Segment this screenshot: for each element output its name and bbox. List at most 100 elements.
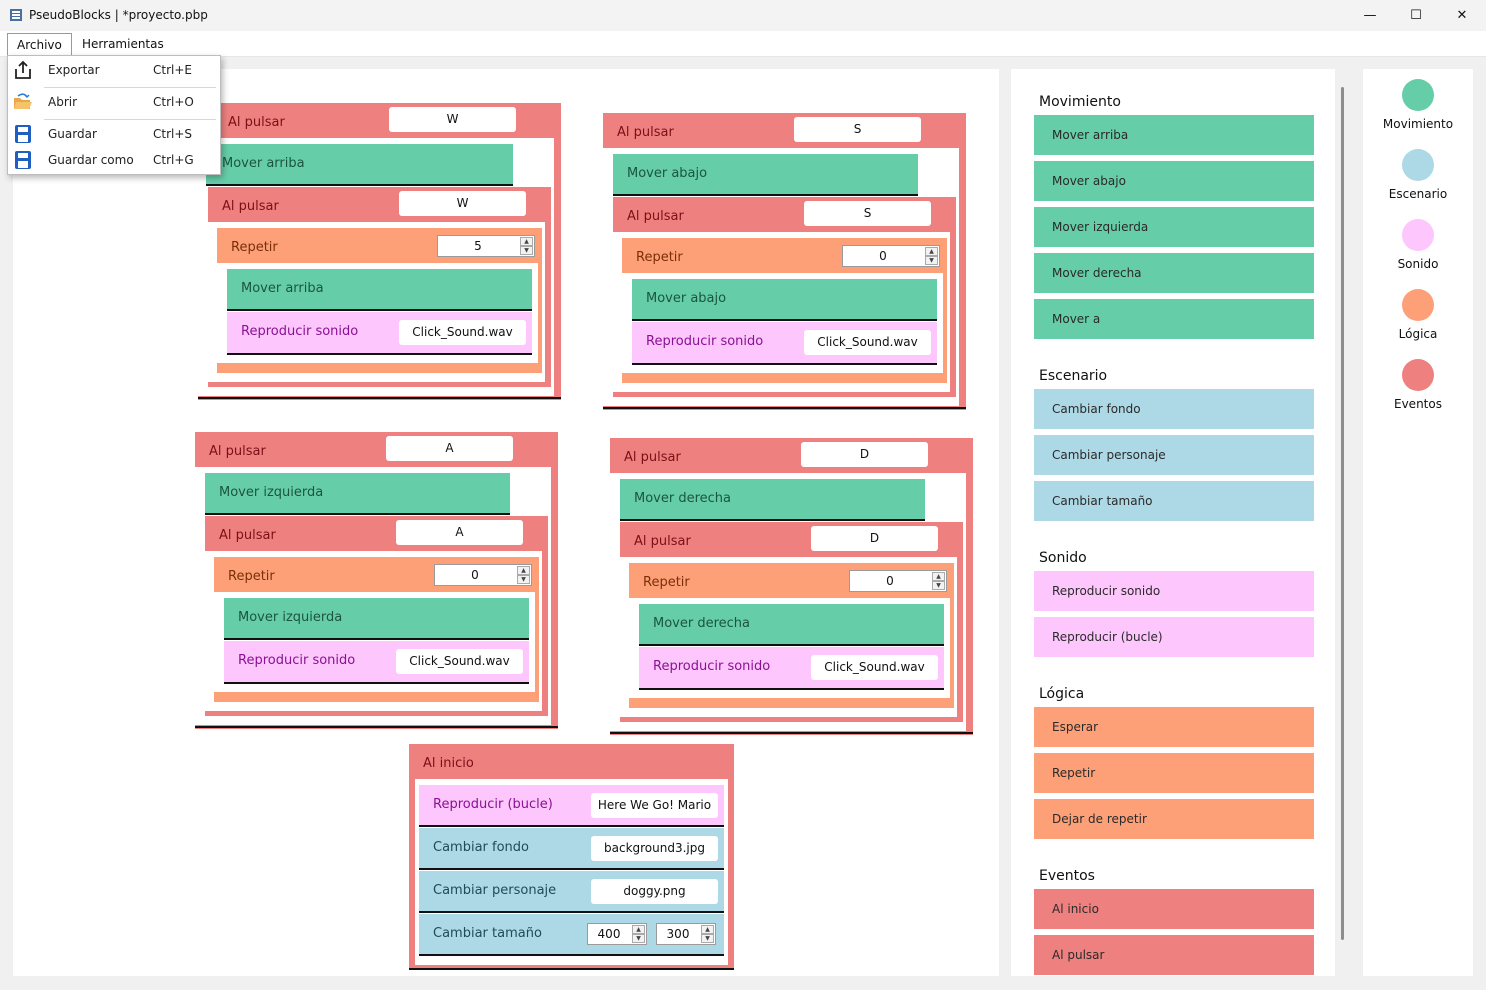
category-label-movimiento[interactable]: Movimiento (1363, 117, 1473, 131)
close-button[interactable]: ✕ (1439, 0, 1485, 31)
palette-block-al-pulsar[interactable]: Al pulsar (1034, 935, 1314, 975)
stepper-down-icon[interactable]: ▼ (520, 246, 533, 255)
event-block-key-nested[interactable]: Al pulsar S Repetir 0 ▲ ▼ Mover abajo Re… (613, 197, 956, 397)
palette-scrollbar[interactable] (1341, 87, 1344, 940)
move-block[interactable]: Mover abajo (632, 279, 937, 319)
palette-block-cambiar-tamano[interactable]: Cambiar tamaño (1034, 481, 1314, 521)
move-block[interactable]: Mover derecha (620, 479, 925, 519)
palette-block-cambiar-fondo[interactable]: Cambiar fondo (1034, 389, 1314, 429)
repeat-block[interactable]: Repetir 0 ▲ ▼ Mover derecha Reproducir s… (629, 563, 954, 708)
move-block[interactable]: Mover abajo (613, 154, 918, 194)
palette-block-al-inicio[interactable]: Al inicio (1034, 889, 1314, 929)
repeat-count-stepper[interactable]: 0 ▲ ▼ (434, 564, 532, 586)
menu-item-abrir[interactable]: Abrir Ctrl+O (8, 90, 220, 114)
key-field[interactable]: A (396, 520, 523, 545)
event-block-start[interactable]: Al inicio Reproducir (bucle) Here We Go!… (409, 744, 734, 970)
menu-item-guardar[interactable]: Guardar Ctrl+S (8, 122, 220, 146)
event-block-key[interactable]: Al pulsar A Mover izquierda Al pulsar A … (195, 432, 558, 729)
sound-file-field[interactable]: Click_Sound.wav (396, 649, 523, 674)
stepper-up-icon[interactable]: ▲ (932, 572, 945, 581)
menu-archivo[interactable]: Archivo (7, 33, 72, 56)
category-eventos-icon[interactable] (1402, 359, 1434, 391)
move-block[interactable]: Mover arriba (206, 144, 513, 184)
category-label-sonido[interactable]: Sonido (1363, 257, 1473, 271)
sound-block[interactable]: Reproducir sonido Click_Sound.wav (227, 312, 532, 353)
key-field[interactable]: W (399, 191, 526, 216)
palette-block-reproducir-bucle[interactable]: Reproducir (bucle) (1034, 617, 1314, 657)
block-label: Mover derecha (653, 616, 750, 631)
category-escenario-icon[interactable] (1402, 149, 1434, 181)
repeat-block[interactable]: Repetir 0 ▲ ▼ Mover izquierda Reproducir… (214, 557, 539, 702)
menu-item-guardar-como[interactable]: Guardar como Ctrl+G (8, 148, 220, 172)
sound-file-field[interactable]: Click_Sound.wav (399, 320, 526, 345)
palette-block-mover-derecha[interactable]: Mover derecha (1034, 253, 1314, 293)
sound-block[interactable]: Reproducir sonido Click_Sound.wav (639, 647, 944, 688)
category-label-escenario[interactable]: Escenario (1363, 187, 1473, 201)
move-block[interactable]: Mover izquierda (205, 473, 510, 513)
key-field[interactable]: W (389, 107, 516, 132)
stepper-down-icon[interactable]: ▼ (701, 934, 714, 943)
stepper-up-icon[interactable]: ▲ (925, 247, 938, 256)
move-block[interactable]: Mover izquierda (224, 598, 529, 638)
category-sonido-icon[interactable] (1402, 219, 1434, 251)
stepper-down-icon[interactable]: ▼ (932, 581, 945, 590)
palette-block-mover-arriba[interactable]: Mover arriba (1034, 115, 1314, 155)
event-block-key-nested[interactable]: Al pulsar D Repetir 0 ▲ ▼ Mover derecha … (620, 522, 963, 722)
sound-file-field[interactable]: Click_Sound.wav (811, 655, 938, 680)
category-logica-icon[interactable] (1402, 289, 1434, 321)
event-block-key-nested[interactable]: Al pulsar W Repetir 5 ▲ ▼ Mover arriba R… (208, 187, 551, 387)
background-file-field[interactable]: background3.jpg (591, 836, 718, 861)
palette-block-mover-a[interactable]: Mover a (1034, 299, 1314, 339)
category-label-eventos[interactable]: Eventos (1363, 397, 1473, 411)
menu-herramientas[interactable]: Herramientas (73, 33, 173, 56)
event-block-key-nested[interactable]: Al pulsar A Repetir 0 ▲ ▼ Mover izquierd… (205, 516, 548, 716)
sound-file-field[interactable]: Click_Sound.wav (804, 330, 931, 355)
sound-loop-block[interactable]: Reproducir (bucle) Here We Go! Mario (419, 785, 724, 825)
repeat-count-stepper[interactable]: 0 ▲ ▼ (849, 570, 947, 592)
stepper-up-icon[interactable]: ▲ (517, 566, 530, 575)
event-block-key[interactable]: Al pulsar D Mover derecha Al pulsar D Re… (610, 438, 973, 735)
palette-block-cambiar-personaje[interactable]: Cambiar personaje (1034, 435, 1314, 475)
move-block[interactable]: Mover derecha (639, 604, 944, 644)
sound-file-field[interactable]: Here We Go! Mario (591, 793, 718, 818)
stepper-up-icon[interactable]: ▲ (520, 237, 533, 246)
minimize-button[interactable]: — (1347, 0, 1393, 31)
menu-item-exportar[interactable]: Exportar Ctrl+E (8, 58, 220, 82)
stepper-down-icon[interactable]: ▼ (632, 934, 645, 943)
category-label-logica[interactable]: Lógica (1363, 327, 1473, 341)
category-movimiento-icon[interactable] (1402, 79, 1434, 111)
key-field[interactable]: D (811, 526, 938, 551)
repeat-block[interactable]: Repetir 0 ▲ ▼ Mover abajo Reproducir son… (622, 238, 947, 383)
palette-block-repetir[interactable]: Repetir (1034, 753, 1314, 793)
maximize-button[interactable]: ☐ (1393, 0, 1439, 31)
character-block[interactable]: Cambiar personaje doggy.png (419, 871, 724, 911)
stepper-down-icon[interactable]: ▼ (925, 256, 938, 265)
event-block-key[interactable]: Al pulsar W Mover arriba Al pulsar W Rep… (198, 103, 561, 400)
key-field[interactable]: S (794, 117, 921, 142)
palette-block-esperar[interactable]: Esperar (1034, 707, 1314, 747)
palette-block-reproducir-sonido[interactable]: Reproducir sonido (1034, 571, 1314, 611)
key-field[interactable]: D (801, 442, 928, 467)
character-file-field[interactable]: doggy.png (591, 879, 718, 904)
palette-block-mover-izquierda[interactable]: Mover izquierda (1034, 207, 1314, 247)
palette-block-dejar-de-repetir[interactable]: Dejar de repetir (1034, 799, 1314, 839)
sound-block[interactable]: Reproducir sonido Click_Sound.wav (224, 641, 529, 682)
key-field[interactable]: S (804, 201, 931, 226)
close-icon: ✕ (1456, 8, 1468, 23)
width-stepper[interactable]: 400 ▲ ▼ (587, 923, 647, 945)
background-block[interactable]: Cambiar fondo background3.jpg (419, 828, 724, 868)
repeat-block[interactable]: Repetir 5 ▲ ▼ Mover arriba Reproducir so… (217, 228, 542, 373)
sound-block[interactable]: Reproducir sonido Click_Sound.wav (632, 322, 937, 363)
size-block[interactable]: Cambiar tamaño 400 ▲ ▼ 300 ▲ ▼ (419, 914, 724, 954)
block-label: Mover izquierda (219, 485, 324, 500)
key-field[interactable]: A (386, 436, 513, 461)
stepper-up-icon[interactable]: ▲ (701, 925, 714, 934)
stepper-down-icon[interactable]: ▼ (517, 575, 530, 584)
repeat-count-stepper[interactable]: 5 ▲ ▼ (437, 235, 535, 257)
stepper-up-icon[interactable]: ▲ (632, 925, 645, 934)
palette-block-mover-abajo[interactable]: Mover abajo (1034, 161, 1314, 201)
height-stepper[interactable]: 300 ▲ ▼ (656, 923, 716, 945)
move-block[interactable]: Mover arriba (227, 269, 532, 309)
repeat-count-stepper[interactable]: 0 ▲ ▼ (842, 245, 940, 267)
event-block-key[interactable]: Al pulsar S Mover abajo Al pulsar S Repe… (603, 113, 966, 410)
